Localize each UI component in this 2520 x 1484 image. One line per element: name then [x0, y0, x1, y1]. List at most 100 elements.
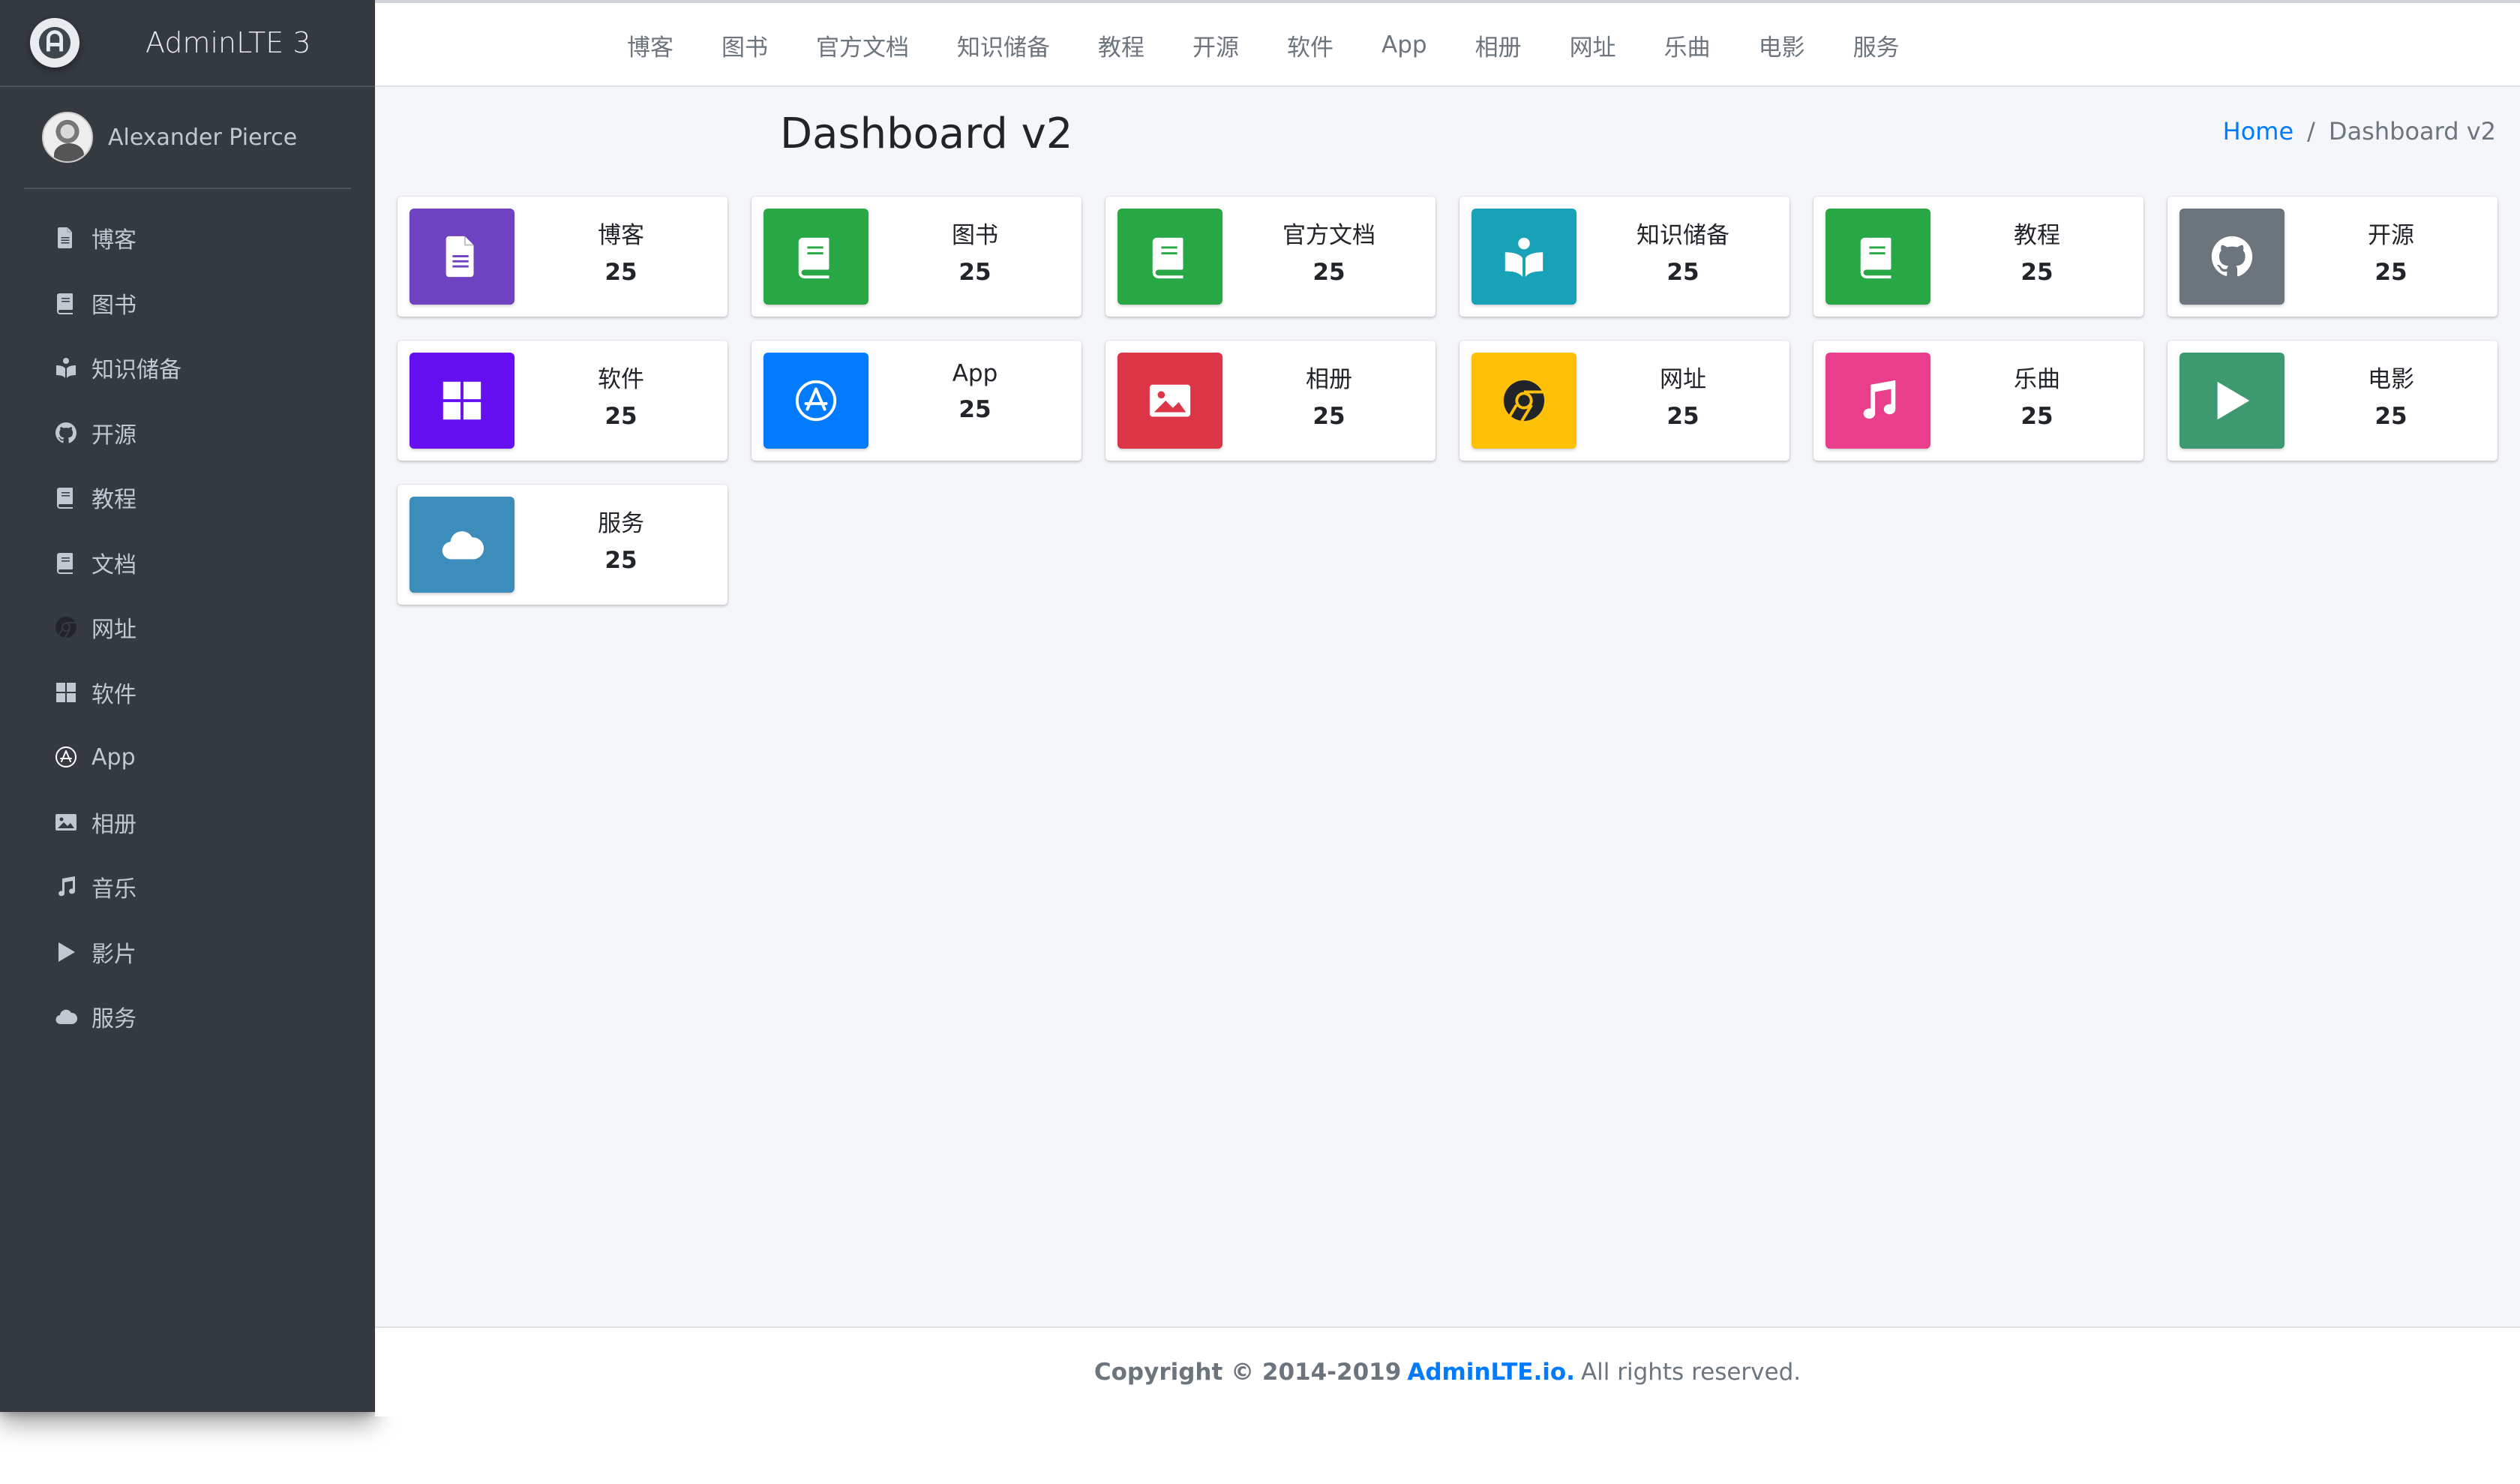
book-icon: [52, 484, 80, 511]
info-box[interactable]: 电影 25: [2168, 341, 2498, 461]
sidebar-item-label: 博客: [92, 227, 136, 254]
info-box[interactable]: App 25: [752, 341, 1082, 461]
brand-logo-icon: [30, 18, 80, 68]
info-box-content: 服务 25: [514, 504, 728, 574]
chrome-icon: [52, 614, 80, 641]
info-box[interactable]: 网址 25: [1460, 341, 1790, 461]
info-box-count: 25: [2374, 403, 2408, 430]
info-box[interactable]: 相册 25: [1106, 341, 1436, 461]
info-box-label: 图书: [952, 222, 998, 249]
brand-text: AdminLTE 3: [146, 26, 311, 59]
book-icon: [1118, 209, 1222, 305]
info-box-count: 25: [604, 547, 638, 574]
top-nav-link[interactable]: 官方文档: [816, 29, 909, 62]
top-nav-link[interactable]: 博客: [627, 29, 674, 62]
sidebar-item-label: 音乐: [92, 876, 136, 903]
info-box-count: 25: [2374, 259, 2408, 286]
user-name[interactable]: Alexander Pierce: [108, 125, 297, 151]
info-box[interactable]: 图书 25: [752, 197, 1082, 317]
top-nav-link[interactable]: App: [1382, 32, 1427, 59]
footer-rights: All rights reserved.: [1580, 1359, 1802, 1386]
sidebar-item[interactable]: 服务: [0, 984, 375, 1050]
top-nav-link[interactable]: 软件: [1287, 29, 1334, 62]
sidebar-item[interactable]: 音乐: [0, 855, 375, 920]
info-box-count: 25: [958, 396, 992, 423]
footer-link[interactable]: AdminLTE.io.: [1407, 1359, 1575, 1386]
info-box-count: 25: [1666, 403, 1700, 430]
top-nav-link[interactable]: 相册: [1475, 29, 1522, 62]
footer-copyright: Copyright © 2014-2019: [1094, 1359, 1402, 1386]
sidebar-item[interactable]: 教程: [0, 465, 375, 530]
sidebar-item-label: 教程: [92, 487, 136, 514]
info-box[interactable]: 软件 25: [398, 341, 728, 461]
sidebar-item[interactable]: 影片: [0, 920, 375, 985]
top-nav-link[interactable]: 电影: [1759, 29, 1805, 62]
info-box-content: 图书 25: [868, 216, 1082, 286]
breadcrumb-current: Dashboard v2: [2328, 117, 2496, 146]
sidebar-item-label: 影片: [92, 941, 136, 968]
info-box[interactable]: 教程 25: [1814, 197, 2144, 317]
app-store-icon: [764, 353, 868, 449]
breadcrumb: Home / Dashboard v2: [2223, 117, 2496, 146]
info-box-count: 25: [1312, 259, 1346, 286]
chrome-icon: [1472, 353, 1576, 449]
sidebar-item[interactable]: App: [0, 725, 375, 790]
avatar[interactable]: [42, 112, 93, 163]
info-box-content: 网址 25: [1576, 360, 1790, 430]
breadcrumb-home-link[interactable]: Home: [2223, 117, 2294, 146]
sidebar-item[interactable]: 软件: [0, 660, 375, 725]
brand-link[interactable]: AdminLTE 3: [0, 0, 375, 87]
sidebar-item-label: 开源: [92, 422, 136, 449]
sidebar-nav: 博客图书知识储备开源教程文档 网址软件 App 相册音乐影片服务: [0, 206, 375, 1050]
breadcrumb-separator: /: [2307, 117, 2315, 146]
info-box-label: 教程: [2014, 222, 2060, 249]
info-box-label: 电影: [2368, 366, 2414, 393]
top-nav-link[interactable]: 教程: [1098, 29, 1144, 62]
top-nav-link[interactable]: 服务: [1853, 29, 1900, 62]
top-nav-link[interactable]: 乐曲: [1664, 29, 1711, 62]
reader-icon: [1472, 209, 1576, 305]
music-icon: [52, 873, 80, 900]
info-box-count: 25: [1666, 259, 1700, 286]
sidebar-item[interactable]: 开源: [0, 401, 375, 466]
info-box[interactable]: 服务 25: [398, 485, 728, 605]
sidebar-item[interactable]: 网址: [0, 595, 375, 660]
main-footer: Copyright © 2014-2019 AdminLTE.io. All r…: [375, 1326, 2520, 1416]
top-nav-link[interactable]: 知识储备: [957, 29, 1050, 62]
book-icon: [1826, 209, 1930, 305]
top-nav-link[interactable]: 开源: [1192, 29, 1239, 62]
info-box-content: 软件 25: [514, 360, 728, 430]
top-nav-links: 博客 图书 官方文档 知识储备 教程 开源 软件 App 相册 网址 乐曲 电影 服务: [627, 3, 1948, 87]
info-box-count: 25: [1312, 403, 1346, 430]
play-icon: [52, 939, 80, 966]
main-sidebar: AdminLTE 3 Alexander Pierce 博客图书知识储备开源教程…: [0, 0, 375, 1412]
info-box-label: 开源: [2368, 222, 2414, 249]
info-box[interactable]: 开源 25: [2168, 197, 2498, 317]
top-nav-link[interactable]: 网址: [1570, 29, 1616, 62]
info-box-count: 25: [604, 259, 638, 286]
info-box[interactable]: 博客 25: [398, 197, 728, 317]
sidebar-item[interactable]: 博客: [0, 206, 375, 271]
sidebar-item[interactable]: 相册: [0, 790, 375, 855]
info-box-label: 软件: [598, 366, 644, 393]
user-panel[interactable]: Alexander Pierce: [24, 87, 351, 189]
info-box-count: 25: [604, 403, 638, 430]
info-box[interactable]: 乐曲 25: [1814, 341, 2144, 461]
sidebar-item[interactable]: 文档: [0, 530, 375, 596]
top-nav-link[interactable]: 图书: [722, 29, 768, 62]
book-icon: [764, 209, 868, 305]
sidebar-item-label: 软件: [92, 681, 136, 708]
info-box-count: 25: [2020, 403, 2054, 430]
info-box-label: 乐曲: [2014, 366, 2060, 393]
cloud-icon: [52, 1003, 80, 1030]
info-box[interactable]: 知识储备 25: [1460, 197, 1790, 317]
sidebar-item-label: 图书: [92, 292, 136, 319]
info-box-label: 网址: [1660, 366, 1706, 393]
info-box-count: 25: [958, 259, 992, 286]
reader-icon: [52, 354, 80, 381]
info-box-label: 知识储备: [1636, 222, 1730, 249]
sidebar-item[interactable]: 知识储备: [0, 335, 375, 401]
info-box[interactable]: 官方文档 25: [1106, 197, 1436, 317]
sidebar-item[interactable]: 图书: [0, 271, 375, 336]
sidebar-item-label: App: [92, 744, 136, 771]
